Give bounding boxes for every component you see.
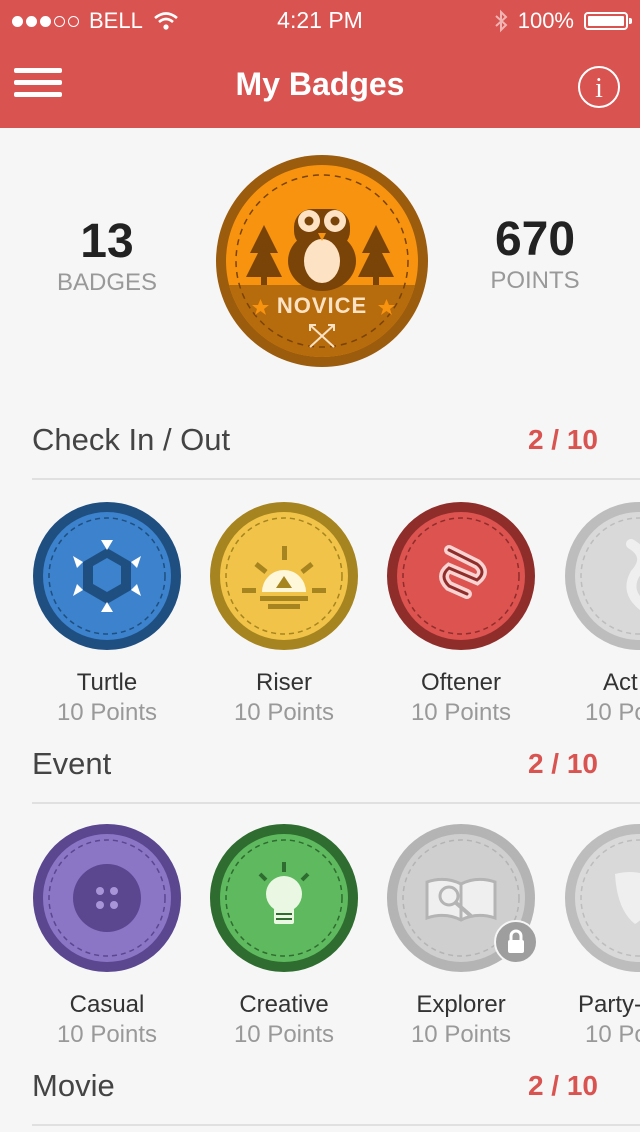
- nav-bar: My Badges i: [0, 40, 640, 128]
- section-title: Check In / Out: [32, 422, 231, 457]
- owl-icon: [288, 209, 356, 291]
- status-bar: BELL 4:21 PM 100%: [0, 0, 640, 40]
- badges-stat: 13 BADGES: [22, 214, 192, 297]
- level-badge-label: NOVICE: [277, 293, 367, 318]
- section-progress: 2 / 10: [527, 1070, 598, 1101]
- badge-turtle[interactable]: Turtle 10 Points: [22, 502, 192, 722]
- badge-name: Turtle: [76, 669, 138, 696]
- masks-badge-icon: [565, 824, 640, 972]
- section-divider: [32, 478, 640, 480]
- badge-points: 10 Points: [410, 699, 512, 722]
- badges-count: 13: [80, 215, 134, 268]
- section-header-movie: Movie 2 / 10: [32, 1068, 640, 1126]
- badge-explorer[interactable]: Explorer 10 Points: [376, 824, 546, 1044]
- section-progress: 2 / 10: [527, 424, 598, 455]
- repeat-badge-icon: [387, 502, 535, 650]
- badge-oftener[interactable]: Oftener 10 Points: [376, 502, 546, 722]
- bluetooth-icon: [495, 9, 508, 33]
- badge-name: Party-: [578, 991, 640, 1018]
- page-title: My Badges: [235, 66, 405, 102]
- points-stat: 670 POINTS: [450, 212, 620, 295]
- section-header-event: Event 2 / 10: [32, 746, 640, 804]
- badge-points: 10 Points: [233, 1021, 335, 1044]
- badge-name: Oftener: [420, 669, 502, 696]
- badge-points: 10 Points: [410, 1021, 512, 1044]
- sunrise-badge-icon: [210, 502, 358, 650]
- badge-act[interactable]: Act 10 Po: [554, 502, 640, 722]
- badge-points: 10 Po: [585, 1021, 640, 1044]
- lightbulb-badge-icon: [210, 824, 358, 972]
- badge-name: Creative: [239, 991, 329, 1018]
- section-progress: 2 / 10: [527, 748, 598, 779]
- badge-name: Explorer: [416, 991, 506, 1018]
- battery-percent: 100%: [517, 8, 574, 33]
- app-header: BELL 4:21 PM 100% My Badges i: [0, 0, 640, 128]
- badge-row-event: Casual 10 Points Creative 10 Points Expl…: [0, 824, 640, 1044]
- section-divider: [32, 802, 640, 804]
- turtle-badge-icon: [33, 502, 181, 650]
- badge-name: Riser: [255, 669, 312, 696]
- badges-label: BADGES: [56, 269, 158, 296]
- badge-points: 10 Points: [56, 699, 158, 722]
- badge-name: Act: [603, 669, 638, 696]
- badge-points: 10 Po: [585, 699, 640, 722]
- points-label: POINTS: [490, 267, 580, 294]
- badge-points: 10 Points: [233, 699, 335, 722]
- section-title: Movie: [32, 1068, 115, 1103]
- badge-riser[interactable]: Riser 10 Points: [199, 502, 369, 722]
- info-button[interactable]: i: [578, 66, 620, 108]
- locked-badge-icon: [565, 502, 640, 650]
- points-count: 670: [494, 213, 576, 266]
- lock-icon: [494, 920, 538, 964]
- badge-row-check-in-out: Turtle 10 Points Riser 10 Points Oftener…: [0, 502, 640, 722]
- badge-party[interactable]: Party- 10 Po: [554, 824, 640, 1044]
- button-badge-icon: [33, 824, 181, 972]
- section-divider: [32, 1124, 640, 1126]
- badge-creative[interactable]: Creative 10 Points: [199, 824, 369, 1044]
- badge-casual[interactable]: Casual 10 Points: [22, 824, 192, 1044]
- level-badge[interactable]: NOVICE: [214, 153, 430, 369]
- section-header-check-in-out: Check In / Out 2 / 10: [32, 422, 640, 480]
- badge-points: 10 Points: [56, 1021, 158, 1044]
- status-right: 100%: [494, 8, 632, 34]
- battery-icon: [584, 12, 632, 30]
- section-title: Event: [32, 746, 112, 781]
- badge-name: Casual: [69, 991, 145, 1018]
